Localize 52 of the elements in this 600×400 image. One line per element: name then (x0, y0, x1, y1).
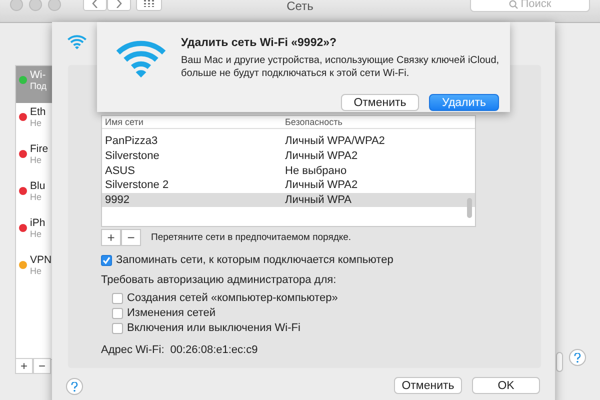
question-icon (71, 382, 78, 392)
alert-message: Ваш Mac и другие устройства, использующие Связку ключей iCloud, больше не будут подключаться к этой сети Wi-Fi. (181, 54, 500, 80)
ok-button[interactable]: OK (472, 377, 540, 394)
alert-title: Удалить сеть Wi-Fi «9992»? (181, 37, 338, 49)
forward-button[interactable] (107, 0, 131, 11)
checkbox-label: Запоминать сети, к которым подключается компьютер (116, 254, 394, 266)
scroll-thumb[interactable] (467, 198, 472, 218)
add-button[interactable]: + (15, 358, 33, 374)
sidebar-item[interactable]: Eth Не (16, 103, 53, 140)
chevron-right-icon (116, 0, 122, 8)
cancel-button[interactable]: Отменить (394, 377, 462, 394)
network-row[interactable]: PanPizza3 Личный WPA/WPA2 (102, 134, 475, 149)
window-zoom-button[interactable] (48, 0, 61, 11)
help-button[interactable] (569, 349, 586, 366)
cancel-button[interactable]: Отменить (341, 94, 419, 111)
network-row[interactable]: 9992 Личный WPA (102, 192, 475, 208)
checkbox-label: Изменения сетей (127, 307, 216, 319)
question-icon (574, 352, 581, 362)
back-button[interactable] (83, 0, 107, 11)
checkbox-label: Включения или выключения Wi-Fi (127, 322, 300, 334)
window-close-button[interactable] (10, 0, 23, 11)
sidebar-item[interactable]: iPh Не (16, 214, 53, 251)
sidebar-item[interactable]: VPN Не (16, 251, 53, 288)
sidebar-item[interactable]: Blu Не (16, 177, 53, 214)
network-row[interactable]: Silverstone Личный WPA2 (102, 148, 475, 164)
wifi-icon (67, 34, 87, 50)
network-row[interactable]: Silverstone 2 Личный WPA2 (102, 178, 475, 193)
checkbox[interactable] (101, 254, 112, 266)
address-value: 00:26:08:e1:ec:c9 (170, 344, 258, 356)
chevron-left-icon (92, 0, 98, 8)
grid-icon (144, 0, 154, 7)
column-header[interactable]: Безопасность (285, 117, 475, 127)
window-title: Сеть (286, 0, 314, 13)
help-button[interactable] (66, 378, 83, 395)
wifi-icon (115, 38, 167, 79)
checkbox[interactable] (112, 292, 123, 304)
sidebar-item[interactable]: Fire Не (16, 140, 53, 177)
window-minimize-button[interactable] (29, 0, 42, 11)
remove-button[interactable]: − (33, 358, 51, 374)
button-edge[interactable] (556, 352, 563, 372)
checkbox[interactable] (112, 308, 123, 318)
address-label: Адрес Wi-Fi: (101, 344, 164, 356)
section-label: Требовать авторизацию администратора для: (101, 274, 336, 286)
add-button[interactable]: + (101, 229, 121, 246)
network-row[interactable]: ASUS Не выбрано (102, 163, 475, 178)
show-all-button[interactable] (136, 0, 162, 11)
search-icon (508, 0, 518, 8)
column-header[interactable]: Имя сети (105, 117, 285, 127)
checkbox-label: Создания сетей «компьютер-компьютер» (127, 292, 338, 304)
remove-button[interactable]: − (121, 229, 141, 246)
drag-hint: Перетяните сети в предпочитаемом порядке. (151, 232, 352, 243)
checkbox[interactable] (112, 322, 123, 334)
